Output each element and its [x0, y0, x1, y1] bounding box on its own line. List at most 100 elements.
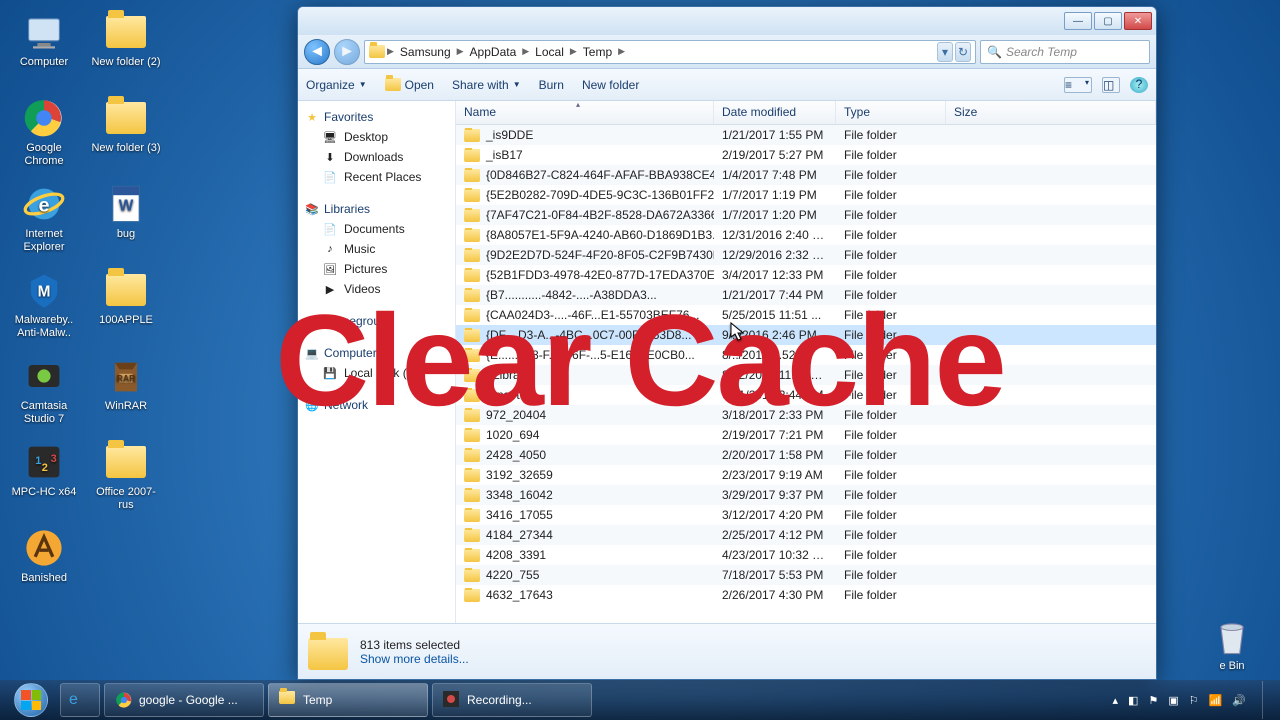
breadcrumb-seg[interactable]: Samsung [396, 45, 455, 59]
nav-documents[interactable]: 📄Documents [298, 219, 455, 239]
network-group[interactable]: 🌐Network [298, 395, 455, 415]
desktop-icon[interactable]: New folder (2) [88, 6, 164, 90]
desktop-icon[interactable]: New folder (3) [88, 92, 164, 176]
taskbar-item[interactable]: Temp [268, 683, 428, 717]
tray-camtasia-icon[interactable]: ▣ [1168, 694, 1178, 707]
action-center-icon[interactable]: ⚐ [1189, 694, 1199, 707]
nav-bar: ◄ ► ▶ Samsung▶ AppData▶ Local▶ Temp▶ ▾ ↻… [298, 35, 1156, 69]
recycle-bin-icon[interactable]: e Bin [1194, 614, 1270, 672]
titlebar[interactable]: — ▢ ✕ [298, 7, 1156, 35]
refresh-icon[interactable]: ↻ [955, 42, 971, 62]
file-type: File folder [836, 308, 946, 322]
network-icon[interactable]: 📶 [1209, 694, 1223, 707]
table-row[interactable]: 4632_176432/26/2017 4:30 PMFile folder [456, 585, 1156, 605]
table-row[interactable]: 4208_33914/23/2017 10:32 PMFile folder [456, 545, 1156, 565]
table-row[interactable]: {B7...........-4842-....-A38DDA3...1/21/… [456, 285, 1156, 305]
table-row[interactable]: {52B1FDD3-4978-42E0-877D-17EDA370EA...3/… [456, 265, 1156, 285]
share-menu[interactable]: Share with▼ [452, 78, 521, 92]
navigation-pane[interactable]: ★Favorites 🖥Desktop ⬇Downloads 📄Recent P… [298, 101, 456, 623]
nav-music[interactable]: ♪Music [298, 239, 455, 259]
desktop-icon[interactable]: Camtasia Studio 7 [6, 350, 82, 434]
table-row[interactable]: 3416_170553/12/2017 4:20 PMFile folder [456, 505, 1156, 525]
show-more-link[interactable]: Show more details... [360, 652, 469, 666]
search-input[interactable]: 🔍 Search Temp [980, 40, 1150, 64]
tray-app-icon[interactable]: ⚑ [1148, 694, 1158, 707]
taskbar-item[interactable]: google - Google ... [104, 683, 264, 717]
taskbar-item[interactable]: Recording... [432, 683, 592, 717]
nav-downloads[interactable]: ⬇Downloads [298, 147, 455, 167]
col-size[interactable]: Size [946, 101, 1156, 124]
homegroup[interactable]: 👥Homegroup [298, 311, 455, 331]
nav-pictures[interactable]: 🖼Pictures [298, 259, 455, 279]
organize-menu[interactable]: Organize▼ [306, 78, 367, 92]
breadcrumb-seg[interactable]: Temp [579, 45, 616, 59]
desktop-icon[interactable]: MMalwareby.. Anti-Malw.. [6, 264, 82, 348]
show-hidden-icon[interactable]: ▴ [1113, 694, 1119, 707]
desktop-icon[interactable]: eInternet Explorer [6, 178, 82, 262]
close-button[interactable]: ✕ [1124, 12, 1152, 30]
table-row[interactable]: {8A8057E1-5F9A-4240-AB60-D1869D1B3...12/… [456, 225, 1156, 245]
table-row[interactable]: {5E2B0282-709D-4DE5-9C3C-136B01FF2F...1/… [456, 185, 1156, 205]
table-row[interactable]: {0D846B27-C824-464F-AFAF-BBA938CE4...1/4… [456, 165, 1156, 185]
open-button[interactable]: Open [385, 78, 434, 92]
desktop-icon[interactable]: 100APPLE [88, 264, 164, 348]
file-rows[interactable]: _is9DDE1/21/2017 1:55 PMFile folder_isB1… [456, 125, 1156, 623]
show-desktop-button[interactable] [1262, 681, 1276, 719]
back-button[interactable]: ◄ [304, 39, 330, 65]
desktop-icon[interactable]: Google Chrome [6, 92, 82, 176]
table-row[interactable]: ~Library8/22/2019 11:39 AMFile folder [456, 365, 1156, 385]
table-row[interactable]: {7AF47C21-0F84-4B2F-8528-DA672A3366...1/… [456, 205, 1156, 225]
favorites-group[interactable]: ★Favorites [298, 107, 455, 127]
col-name[interactable]: Name▴ [456, 101, 714, 124]
file-date: 12/31/2016 2:40 PM [714, 228, 836, 242]
desktop-icon[interactable]: Wbug [88, 178, 164, 262]
desktop-icon[interactable]: 123MPC-HC x64 [6, 436, 82, 520]
table-row[interactable]: {E........F8-F...446F-...5-E160EE0CB0...… [456, 345, 1156, 365]
desktop-icon[interactable]: Office 2007-rus [88, 436, 164, 520]
file-type: File folder [836, 328, 946, 342]
table-row[interactable]: 3348_160423/29/2017 9:37 PMFile folder [456, 485, 1156, 505]
desktop-icon[interactable]: Computer [6, 6, 82, 90]
view-mode-icon[interactable]: ≡▾ [1064, 77, 1092, 93]
computer-group[interactable]: 💻Computer [298, 343, 455, 363]
col-type[interactable]: Type [836, 101, 946, 124]
new-folder-button[interactable]: New folder [582, 78, 639, 92]
address-bar[interactable]: ▶ Samsung▶ AppData▶ Local▶ Temp▶ ▾ ↻ [364, 40, 976, 64]
start-button[interactable] [4, 681, 58, 719]
volume-icon[interactable]: 🔊 [1232, 694, 1246, 707]
table-row[interactable]: _isB172/19/2017 5:27 PMFile folder [456, 145, 1156, 165]
breadcrumb-seg[interactable]: Local [531, 45, 568, 59]
table-row[interactable]: 3192_326592/23/2017 9:19 AMFile folder [456, 465, 1156, 485]
breadcrumb-seg[interactable]: AppData [466, 45, 521, 59]
history-dropdown-icon[interactable]: ▾ [937, 42, 953, 62]
pinned-ie[interactable]: e [60, 683, 100, 717]
table-row[interactable]: {DF....D3-A...-4BC...0C7-00F4553D8...9/.… [456, 325, 1156, 345]
nav-desktop[interactable]: 🖥Desktop [298, 127, 455, 147]
nav-local-disk[interactable]: 💾Local Disk (C:) [298, 363, 455, 383]
maximize-button[interactable]: ▢ [1094, 12, 1122, 30]
desktop-icon[interactable]: Banished [6, 522, 82, 606]
libraries-group[interactable]: 📚Libraries [298, 199, 455, 219]
help-icon[interactable]: ? [1130, 77, 1148, 93]
nav-recent[interactable]: 📄Recent Places [298, 167, 455, 187]
col-date[interactable]: Date modified [714, 101, 836, 124]
tray-app-icon[interactable]: ◧ [1128, 694, 1138, 707]
preview-pane-icon[interactable]: ◫ [1102, 77, 1120, 93]
folder-icon [464, 369, 480, 382]
chevron-right-icon[interactable]: ▶ [387, 46, 394, 57]
table-row[interactable]: 2428_40502/20/2017 1:58 PMFile folder [456, 445, 1156, 465]
forward-button[interactable]: ► [334, 39, 360, 65]
burn-button[interactable]: Burn [539, 78, 564, 92]
file-name: {7AF47C21-0F84-4B2F-8528-DA672A3366... [486, 208, 714, 222]
table-row[interactable]: {CAA024D3-....-46F...E1-55703BEF76...5/2… [456, 305, 1156, 325]
nav-videos[interactable]: ▶Videos [298, 279, 455, 299]
table-row[interactable]: 4220_7557/18/2017 5:53 PMFile folder [456, 565, 1156, 585]
table-row[interactable]: 4184_273442/25/2017 4:12 PMFile folder [456, 525, 1156, 545]
table-row[interactable]: ~rnsetup6/21/2015 2:44 PMFile folder [456, 385, 1156, 405]
table-row[interactable]: {9D2E2D7D-524F-4F20-8F05-C2F9B7430B...12… [456, 245, 1156, 265]
desktop-icon[interactable]: RARWinRAR [88, 350, 164, 434]
minimize-button[interactable]: — [1064, 12, 1092, 30]
table-row[interactable]: _is9DDE1/21/2017 1:55 PMFile folder [456, 125, 1156, 145]
table-row[interactable]: 1020_6942/19/2017 7:21 PMFile folder [456, 425, 1156, 445]
table-row[interactable]: 972_204043/18/2017 2:33 PMFile folder [456, 405, 1156, 425]
